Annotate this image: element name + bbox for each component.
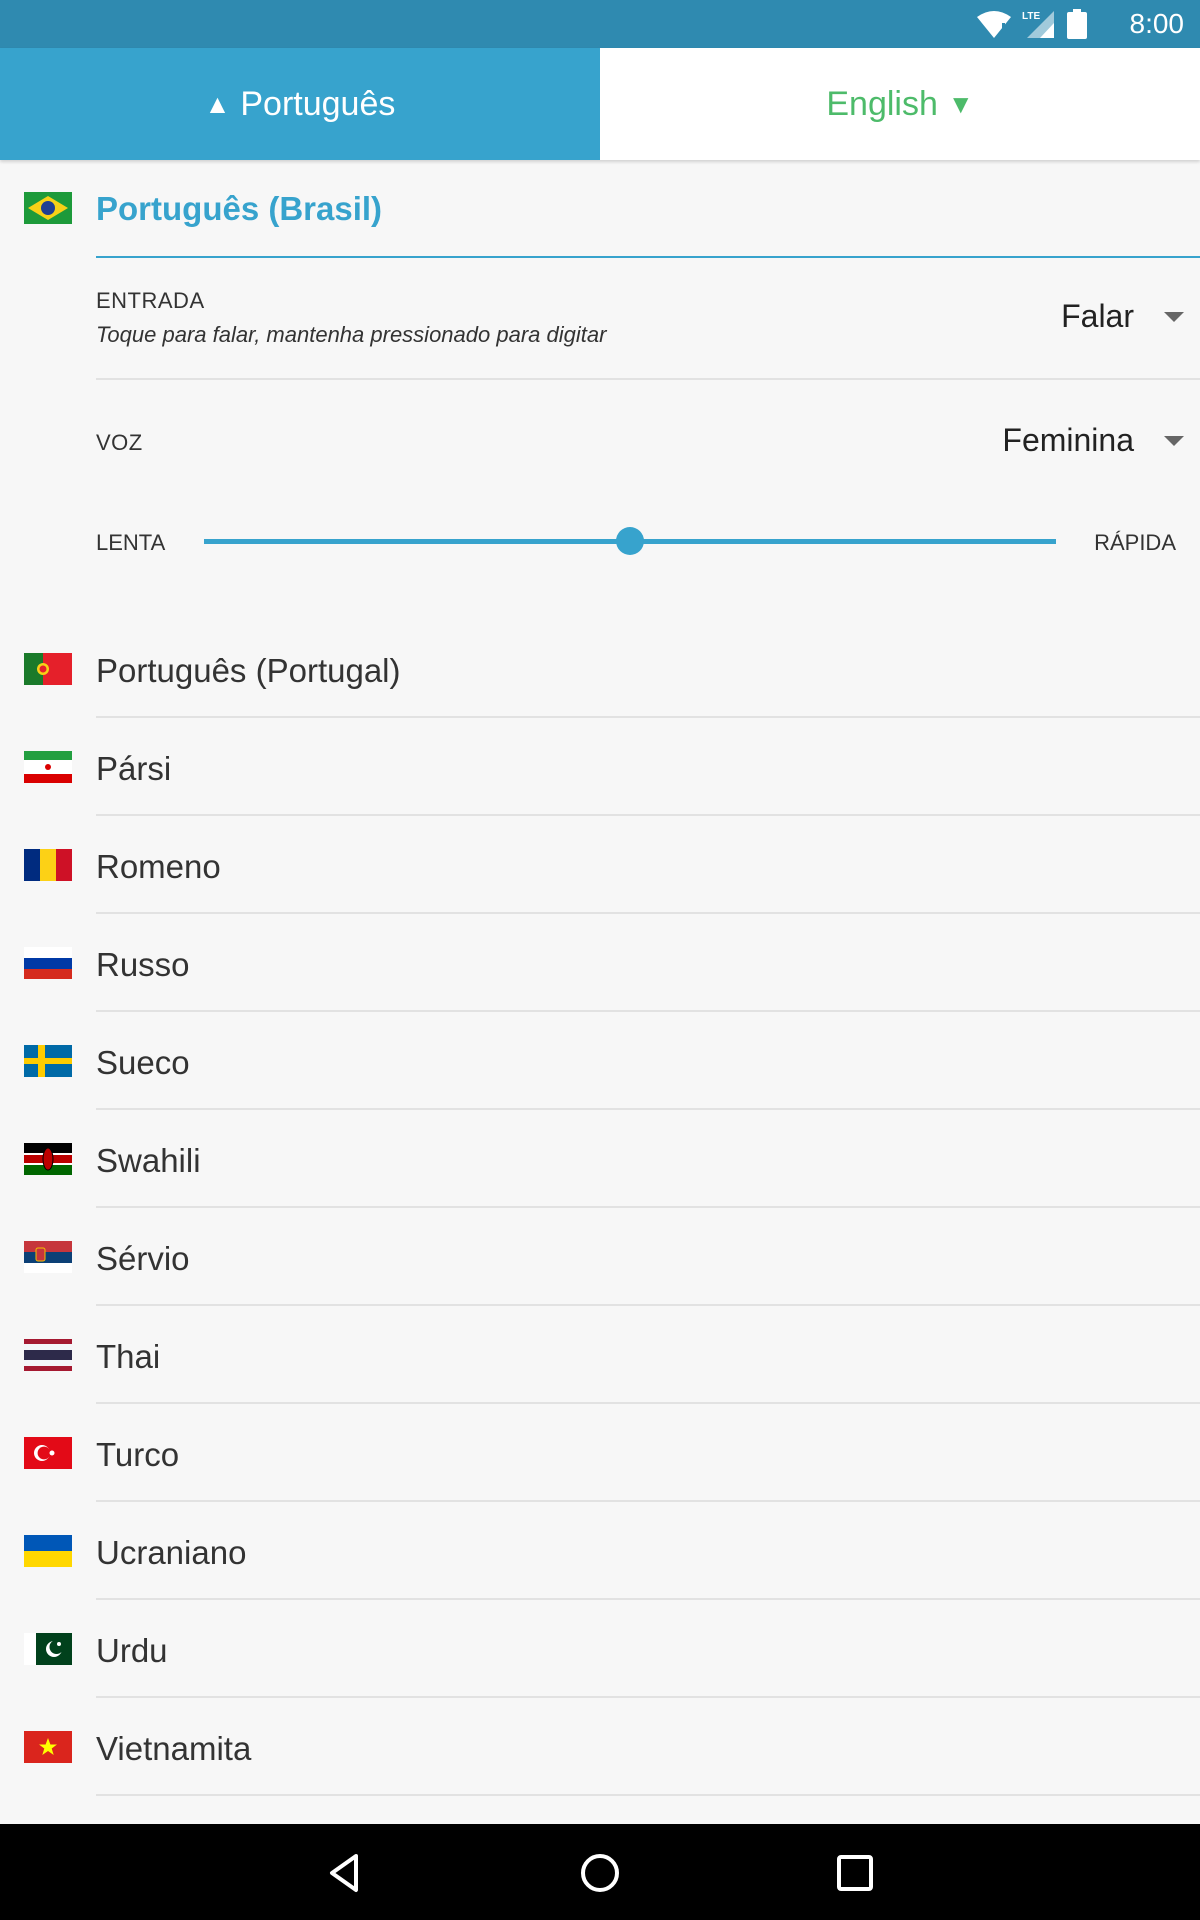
input-hint: Toque para falar, mantenha pressionado p… — [96, 322, 607, 347]
speed-min-label: LENTA — [96, 530, 166, 555]
up-arrow-icon: ▲ — [204, 88, 231, 119]
recents-icon[interactable] — [830, 1848, 880, 1898]
language-list-item[interactable]: Russo — [0, 914, 1200, 1012]
language-list-item[interactable]: Romeno — [0, 816, 1200, 914]
language-name: Swahili — [96, 1142, 201, 1179]
speed-max-label: RÁPIDA — [1094, 530, 1176, 555]
language-list-item[interactable]: Sérvio — [0, 1208, 1200, 1306]
language-list-item[interactable]: Pársi — [0, 718, 1200, 816]
voice-setting: VOZ Feminina — [96, 422, 1200, 480]
battery-icon — [1067, 9, 1087, 39]
language-name: Sueco — [96, 1044, 190, 1081]
input-mode-setting: ENTRADA Toque para falar, mantenha press… — [96, 288, 1200, 348]
navigation-bar — [0, 1824, 1200, 1920]
language-name: Thai — [96, 1338, 161, 1375]
language-list-item[interactable]: Urdu — [0, 1600, 1200, 1698]
language-list-item[interactable]: Swahili — [0, 1110, 1200, 1208]
language-list-item[interactable]: Português (Portugal) — [0, 620, 1200, 718]
vietnam-flag-icon — [24, 1731, 72, 1763]
voice-dropdown[interactable]: Feminina — [1002, 422, 1184, 459]
portugal-flag-icon — [24, 653, 72, 685]
down-arrow-icon: ▼ — [947, 88, 974, 119]
back-icon[interactable] — [320, 1848, 370, 1898]
kenya-flag-icon — [24, 1143, 72, 1175]
language-list-item[interactable]: Sueco — [0, 1012, 1200, 1110]
selected-language-name: Português (Brasil) — [96, 190, 383, 227]
caret-down-icon — [1164, 435, 1184, 446]
language-name: Turco — [96, 1436, 180, 1473]
caret-down-icon — [1164, 311, 1184, 322]
serbia-flag-icon — [24, 1241, 72, 1273]
thailand-flag-icon — [24, 1339, 72, 1371]
ukraine-flag-icon — [24, 1535, 72, 1567]
target-language-label: English — [826, 84, 938, 123]
voice-value: Feminina — [1002, 422, 1134, 458]
source-language-label: Português — [240, 84, 396, 123]
tab-source-language[interactable]: ▲ Português — [0, 48, 600, 160]
input-mode-value: Falar — [1061, 298, 1134, 334]
language-name: Romeno — [96, 848, 221, 885]
language-list-item[interactable]: Ucraniano — [0, 1502, 1200, 1600]
language-name: Urdu — [96, 1632, 168, 1669]
selected-language-header[interactable]: Português (Brasil) — [96, 160, 1200, 258]
russia-flag-icon — [24, 947, 72, 979]
language-name: Vietnamita — [96, 1730, 252, 1767]
lte-label: LTE — [1022, 11, 1040, 22]
speed-slider-thumb[interactable] — [616, 527, 644, 555]
status-time: 8:00 — [1129, 8, 1185, 39]
turkey-flag-icon — [24, 1437, 72, 1469]
iran-flag-icon — [24, 751, 72, 783]
tab-target-language[interactable]: English ▼ — [600, 48, 1200, 160]
language-name: Pársi — [96, 750, 172, 787]
status-icons: LTE — [976, 8, 1088, 40]
divider — [96, 378, 1200, 380]
wifi-icon — [977, 11, 1011, 38]
language-list-item[interactable]: Árabe (Argélia) — [0, 1796, 1200, 1824]
romania-flag-icon — [24, 849, 72, 881]
language-list-item[interactable]: Vietnamita — [0, 1698, 1200, 1796]
lte-signal-icon: LTE — [1022, 11, 1054, 38]
language-tabs: ▲ Português English ▼ — [0, 48, 1200, 160]
language-name: Português (Portugal) — [96, 652, 401, 689]
language-name: Ucraniano — [96, 1534, 247, 1571]
status-bar: LTE 8:00 — [0, 0, 1200, 48]
input-label: ENTRADA — [96, 288, 205, 313]
language-list-item[interactable]: Thai — [0, 1306, 1200, 1404]
language-list-item[interactable]: Turco — [0, 1404, 1200, 1502]
sweden-flag-icon — [24, 1045, 72, 1077]
pakistan-flag-icon — [24, 1633, 72, 1665]
home-icon[interactable] — [575, 1848, 625, 1898]
input-mode-dropdown[interactable]: Falar — [1061, 298, 1184, 335]
brazil-flag-icon — [24, 192, 72, 224]
language-name: Russo — [96, 946, 190, 983]
language-list[interactable]: Português (Brasil) ENTRADA Toque para fa… — [0, 160, 1200, 1824]
language-name: Sérvio — [96, 1240, 190, 1277]
